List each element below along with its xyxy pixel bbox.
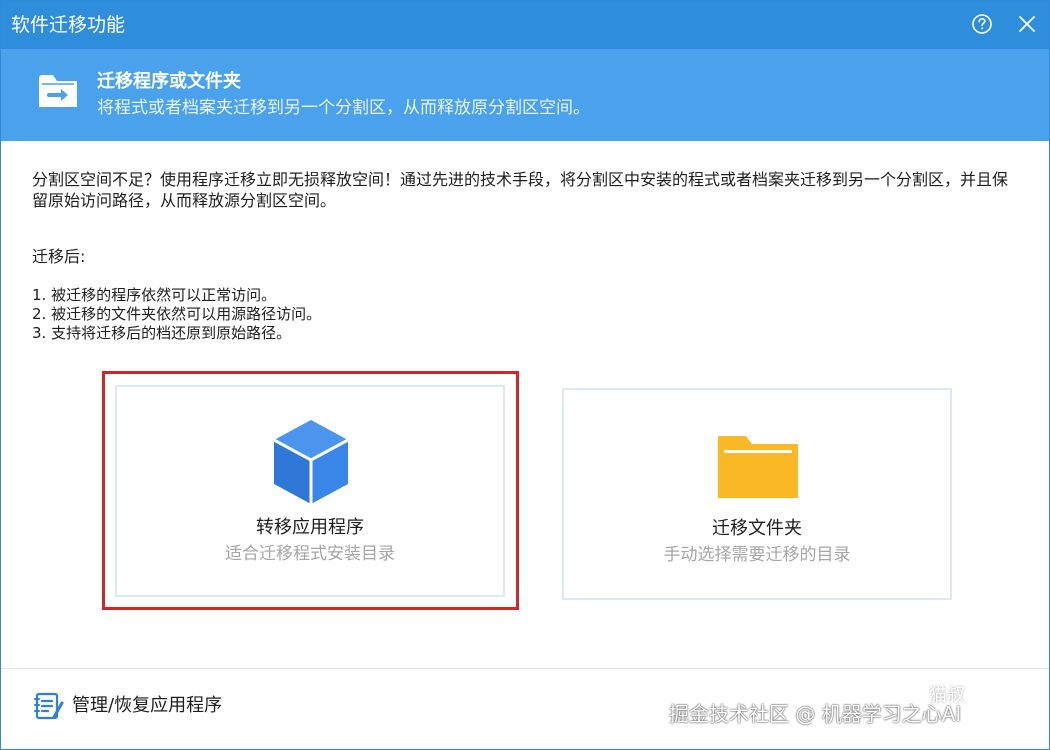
card-title: 迁移文件夹 [712, 518, 802, 539]
list-item: 2. 被迁移的文件夹依然可以用源路径访问。 [32, 305, 322, 323]
intro-text: 分割区空间不足？使用程序迁移立即无损释放空间！通过先进的技术手段，将分割区中安装… [32, 170, 1009, 210]
manage-restore-label: 管理/恢复应用程序 [72, 695, 223, 716]
after-migration-label: 迁移后: [32, 247, 86, 266]
list-item: 1. 被迁移的程序依然可以正常访问。 [32, 286, 277, 304]
manage-list-icon [34, 691, 66, 721]
folder-icon [716, 432, 800, 500]
folder-migrate-icon [37, 71, 81, 111]
cube-icon [271, 418, 351, 506]
card-subtitle: 手动选择需要迁移的目录 [663, 545, 851, 565]
header-banner: 迁移程序或文件夹 将程式或者档案夹迁移到另一个分割区，从而释放原分割区空间。 [1, 49, 1049, 141]
card-subtitle: 适合迁移程式安装目录 [225, 544, 395, 564]
list-item: 3. 支持将迁移后的档还原到原始路径。 [32, 324, 292, 342]
title-bar: 软件迁移功能 [1, 1, 1049, 49]
benefit-list: 1. 被迁移的程序依然可以正常访问。 2. 被迁移的文件夹依然可以用源路径访问。… [32, 286, 321, 343]
help-icon [972, 14, 992, 34]
close-icon [1019, 16, 1035, 32]
close-button[interactable] [1014, 11, 1040, 37]
window-title: 软件迁移功能 [11, 14, 126, 36]
banner-subtitle: 将程式或者档案夹迁移到另一个分割区，从而释放原分割区空间。 [97, 98, 590, 118]
banner-title: 迁移程序或文件夹 [97, 71, 241, 92]
help-button[interactable] [969, 11, 995, 37]
watermark-text: 掘金技术社区 @ 机器学习之心AI [669, 702, 962, 726]
migrate-folder-card[interactable]: 迁移文件夹 手动选择需要迁移的目录 [562, 388, 952, 600]
footer-divider [1, 668, 1049, 669]
transfer-app-card[interactable]: 转移应用程序 适合迁移程式安装目录 [115, 385, 505, 597]
card-title: 转移应用程序 [256, 517, 364, 538]
software-migration-window: 软件迁移功能 迁移程序或文件夹 将程式或者档案夹迁移到另一个分割区，从而释放原分… [0, 0, 1050, 750]
